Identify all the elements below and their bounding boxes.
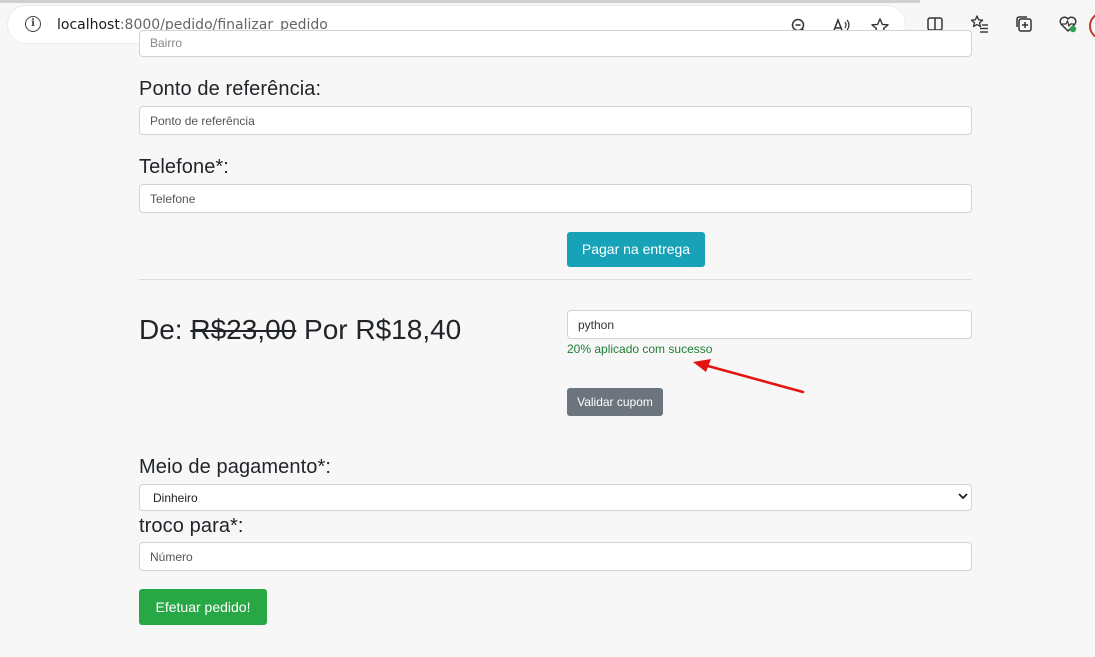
efetuar-pedido-button[interactable]: Efetuar pedido! [139,589,267,625]
referencia-placeholder: Ponto de referência [150,114,255,128]
favorites-list-icon[interactable] [970,14,990,34]
price-summary: De: R$23,00 Por R$18,40 [139,313,461,347]
troco-input[interactable]: Número [139,542,972,571]
bairro-input[interactable]: Bairro [139,30,972,57]
referencia-label: Ponto de referência: [139,78,322,100]
meio-pagamento-label: Meio de pagamento*: [139,456,332,478]
telefone-label: Telefone*: [139,156,229,178]
collections-icon[interactable] [1014,14,1034,34]
troco-placeholder: Número [150,550,193,564]
referencia-input[interactable]: Ponto de referência [139,106,972,135]
troco-label: troco para*: [139,515,244,537]
pagar-na-entrega-button[interactable]: Pagar na entrega [567,232,705,267]
coupon-input[interactable]: python [567,310,972,339]
de-label: De: [139,314,183,345]
bairro-placeholder: Bairro [150,36,183,50]
info-icon[interactable]: i [25,16,41,32]
coupon-value: python [578,318,615,332]
chevron-down-icon[interactable] [957,489,969,503]
new-price: R$18,40 [355,314,462,345]
payment-method-select[interactable]: Dinheiro [139,484,972,511]
por-label: Por [304,314,348,345]
telefone-input[interactable]: Telefone [139,184,972,213]
browser-essentials-icon[interactable] [1058,14,1078,34]
old-price: R$23,00 [190,314,297,345]
url-host: localhost [57,17,120,33]
coupon-feedback: 20% aplicado com sucesso [567,342,713,356]
profile-icon[interactable] [1089,12,1095,40]
validar-cupom-button[interactable]: Validar cupom [567,388,663,416]
payment-method-value: Dinheiro [153,491,198,505]
telefone-placeholder: Telefone [150,192,196,206]
section-divider [139,279,972,280]
